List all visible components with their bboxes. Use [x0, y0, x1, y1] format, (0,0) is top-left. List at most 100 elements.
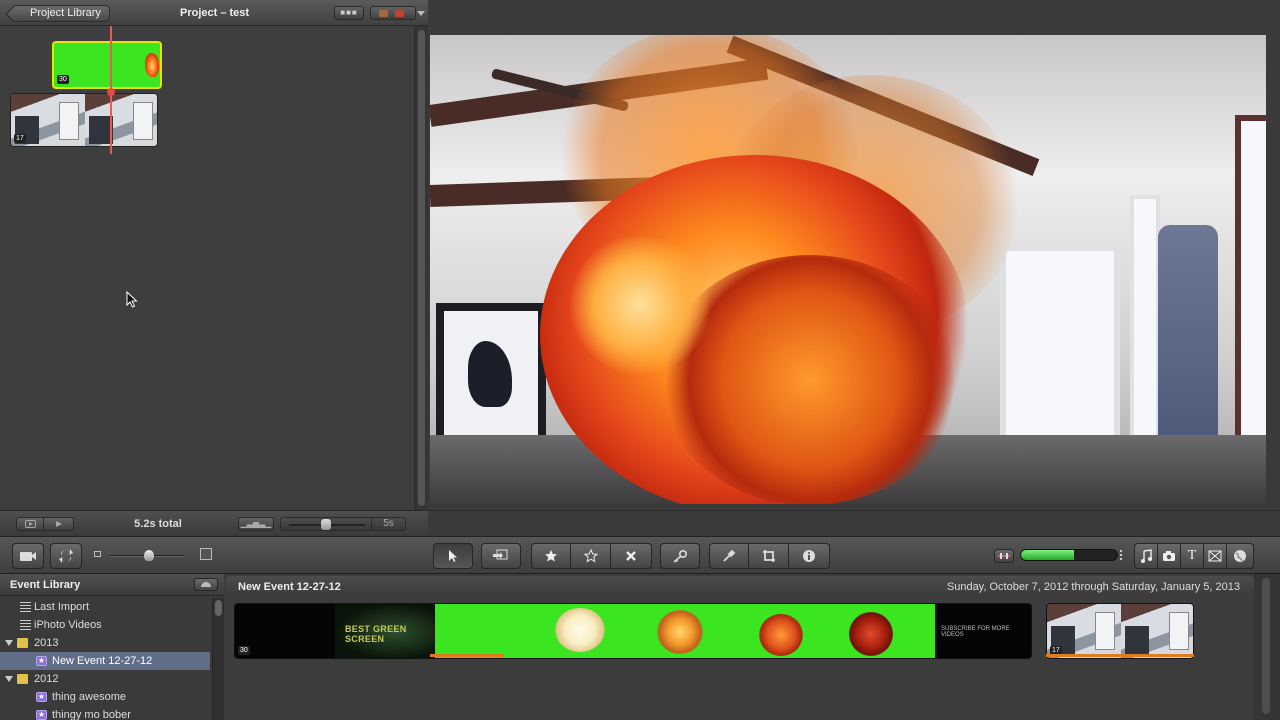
thumbnail-size-slider[interactable] [94, 546, 216, 566]
key-icon [673, 549, 688, 563]
event-library-title: Event Library [10, 579, 81, 591]
outline-star-icon [583, 549, 598, 563]
clip-badge: 30 [57, 75, 69, 84]
playhead-marker [107, 88, 115, 96]
event-list-scrollbar[interactable] [212, 598, 224, 720]
select-tool-button[interactable] [433, 543, 473, 569]
crop-icon [762, 550, 775, 562]
filmstrip-frame [835, 604, 935, 658]
event-item-last-import[interactable]: Last Import [0, 598, 210, 616]
clip-view-icon [395, 10, 404, 17]
audio-mute-button[interactable] [994, 549, 1014, 563]
reject-button[interactable] [610, 543, 652, 569]
room-video-clip[interactable]: 17 [10, 93, 158, 147]
event-browser-scrollbar[interactable] [1254, 574, 1280, 720]
add-to-project-button[interactable] [481, 543, 521, 569]
audio-waveform-button[interactable]: ▁▃▅▃▁ [238, 517, 274, 531]
project-header: Project Library Project – test ■■■ [0, 0, 428, 26]
add-to-project-icon [493, 549, 508, 560]
view-options-button[interactable]: ■■■ [334, 6, 364, 20]
swap-events-projects-button[interactable] [50, 543, 82, 569]
project-title: Project – test [180, 7, 250, 19]
event-library-header: Event Library [0, 574, 224, 596]
small-thumb-icon [94, 551, 101, 557]
mark-favorite-button[interactable] [531, 543, 571, 569]
color-match-button[interactable] [709, 543, 749, 569]
play-fullscreen-button[interactable] [16, 517, 44, 531]
event-item-iphoto-videos[interactable]: iPhoto Videos [0, 616, 210, 634]
photo-browser-button[interactable] [1157, 543, 1181, 569]
play-icon [56, 521, 62, 527]
swap-arrows-icon [59, 549, 73, 563]
keyword-button[interactable] [660, 543, 700, 569]
hide-event-list-button[interactable] [194, 578, 218, 591]
filmstrip-frame [1121, 604, 1193, 658]
event-item-new-event[interactable]: ★ New Event 12-27-12 [0, 652, 210, 670]
slider-knob[interactable] [144, 550, 154, 561]
menu-arrow-icon[interactable] [417, 11, 425, 16]
room-filmstrip[interactable]: 17 [1046, 603, 1194, 659]
x-reject-icon [626, 551, 636, 561]
clip-size-slider[interactable] [280, 517, 372, 531]
unmark-button[interactable] [570, 543, 611, 569]
event-item-thingy-mo-bober[interactable]: ★ thingy mo bober [0, 706, 210, 720]
project-pane: Project Library Project – test ■■■ 30 17 [0, 0, 428, 536]
title-t-icon: T [1187, 548, 1197, 563]
list-icon [20, 602, 31, 612]
event-star-icon: ★ [36, 656, 47, 666]
project-storyboard[interactable]: 30 17 [0, 26, 414, 510]
fire-thumbnail [145, 53, 159, 77]
viewer-footer [428, 510, 1280, 536]
filmstrip-frame [635, 604, 735, 658]
filmstrip-frame [735, 604, 835, 658]
disclosure-triangle-icon[interactable] [5, 676, 13, 682]
audio-level-icon [998, 553, 1010, 559]
project-scrollbar[interactable] [414, 26, 428, 510]
event-list: Last Import iPhoto Videos 2013 ★ New Eve… [0, 598, 212, 720]
camera-import-icon [20, 552, 36, 561]
card-title-text: BEST GREEN SCREEN [345, 624, 407, 644]
event-folder-2013[interactable]: 2013 [0, 634, 210, 652]
project-library-button[interactable]: Project Library [13, 5, 110, 22]
maps-browser-button[interactable] [1226, 543, 1254, 569]
event-item-label: Last Import [34, 601, 90, 613]
inspector-button[interactable] [788, 543, 830, 569]
event-item-label: thingy mo bober [52, 709, 131, 720]
filmstrip-frame: SUBSCRIBE FOR MORE VIDEOS [935, 604, 1031, 658]
filmstrip-frame [435, 604, 535, 658]
globe-icon [1234, 550, 1246, 562]
transitions-browser-button[interactable] [1203, 543, 1227, 569]
event-item-label: New Event 12-27-12 [52, 655, 153, 667]
room-frame [85, 94, 157, 146]
green-screen-filmstrip[interactable]: BEST GREEN SCREEN SUBSCRIBE FOR MORE VID… [234, 603, 1032, 659]
crop-button[interactable] [748, 543, 789, 569]
event-folder-2012[interactable]: 2012 [0, 670, 210, 688]
green-screen-clip[interactable]: 30 [52, 41, 162, 89]
clip-badge: 30 [238, 646, 250, 655]
title-browser-button[interactable]: T [1180, 543, 1204, 569]
transitions-icon [1208, 550, 1222, 562]
video-preview [430, 35, 1266, 504]
music-browser-button[interactable] [1134, 543, 1158, 569]
folder-icon [17, 674, 28, 684]
event-name: New Event 12-27-12 [238, 581, 341, 593]
arrow-pointer-icon [449, 550, 457, 562]
disclosure-triangle-icon[interactable] [5, 640, 13, 646]
event-item-thing-awesome[interactable]: ★ thing awesome [0, 688, 210, 706]
event-browser: New Event 12-27-12 Sunday, October 7, 20… [226, 574, 1280, 720]
filmstrip-frame: BEST GREEN SCREEN [335, 604, 435, 658]
fullscreen-play-icon [25, 520, 36, 528]
theme-view-button[interactable] [370, 6, 416, 20]
event-item-label: 2013 [34, 637, 59, 649]
main-toolbar: T [0, 536, 1280, 574]
music-note-icon [1141, 549, 1152, 563]
project-footer: 5.2s total ▁▃▅▃▁ 5s [0, 510, 428, 536]
card-subscribe-text: SUBSCRIBE FOR MORE VIDEOS [941, 626, 1010, 638]
horse-picture [436, 303, 546, 448]
play-button[interactable] [44, 517, 74, 531]
import-camera-button[interactable] [12, 543, 44, 569]
slider-knob[interactable] [321, 519, 331, 530]
camera-icon [1163, 551, 1175, 561]
project-view-icon [379, 10, 388, 17]
event-date-range: Sunday, October 7, 2012 through Saturday… [946, 581, 1240, 593]
